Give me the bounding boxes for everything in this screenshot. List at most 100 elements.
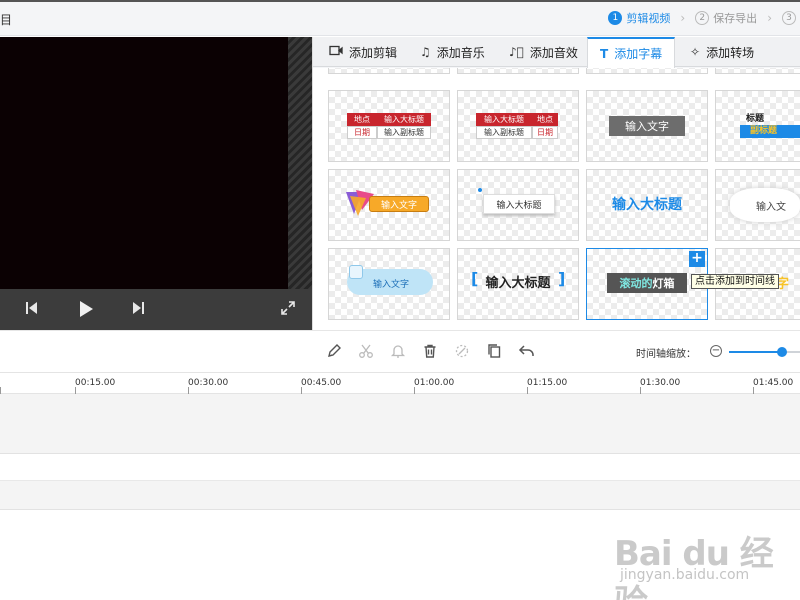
template-text: 输入副标题 — [377, 126, 431, 139]
timeline-track[interactable] — [0, 481, 800, 510]
add-to-timeline-tooltip: 点击添加到时间线 — [691, 274, 779, 289]
subtitle-template-tile[interactable]: [ 输入大标题 ] — [457, 248, 579, 320]
top-bar: 目 1 剪辑视频 › 2 保存导出 › 3 — [0, 0, 800, 36]
subtitle-template-tile[interactable] — [715, 68, 800, 74]
next-frame-icon[interactable] — [131, 300, 145, 316]
scissors-icon[interactable] — [358, 343, 374, 362]
zoom-slider-handle[interactable] — [777, 347, 787, 357]
template-text: 地点 — [532, 113, 558, 126]
play-icon[interactable] — [78, 299, 94, 319]
template-text: 灯箱 — [652, 277, 675, 290]
template-text: 标题 — [746, 114, 765, 124]
template-text: 输入副标题 — [476, 126, 532, 139]
tab-add-music[interactable]: ♫ 添加音乐 — [420, 37, 485, 67]
step-save-export[interactable]: 2 保存导出 — [695, 10, 757, 26]
sound-effect-icon: ♪ৈ — [509, 45, 524, 59]
step-indicator: 1 剪辑视频 › 2 保存导出 › 3 — [602, 10, 800, 26]
template-text: 日期 — [532, 126, 558, 139]
trash-icon[interactable] — [422, 343, 438, 362]
template-text: 输入大标题 — [377, 113, 431, 126]
zoom-slider[interactable] — [729, 347, 800, 357]
subtitle-template-tile[interactable] — [328, 68, 450, 74]
subtitle-template-tile[interactable]: 地点 输入大标题 日期 输入副标题 — [328, 90, 450, 162]
watermark-logo: Bai du 经验 — [614, 534, 774, 600]
subtitle-template-tile[interactable]: 输入文字 — [328, 169, 450, 241]
ruler-tick-label: 00:30.00 — [188, 378, 229, 388]
video-preview — [0, 37, 312, 330]
edit-icon[interactable] — [326, 343, 342, 362]
subtitle-template-tile-selected[interactable]: 滚动的 灯箱 + — [586, 248, 708, 320]
tab-label: 添加字幕 — [614, 47, 663, 61]
watermark-url: jingyan.baidu.com — [620, 567, 750, 583]
tab-label: 添加音效 — [529, 45, 578, 60]
previous-frame-icon[interactable] — [25, 300, 39, 316]
preview-margin — [288, 37, 312, 289]
ruler-tick-label: 00:15.00 — [75, 378, 116, 388]
step-number: 1 — [608, 11, 623, 25]
step-label: 剪辑视频 — [626, 12, 671, 25]
tab-label: 添加剪辑 — [349, 45, 398, 60]
decoration-dot — [478, 188, 482, 192]
tab-add-subtitle[interactable]: T 添加字幕 — [587, 37, 676, 68]
template-text: 输入大标题 — [612, 197, 682, 213]
template-text: 滚动的 — [619, 277, 653, 290]
subtitle-template-tile[interactable]: 输入文字 — [586, 90, 708, 162]
app-window: 目 1 剪辑视频 › 2 保存导出 › 3 添加剪辑 ♫ 添加音乐 ♪ৈ 添加音… — [0, 0, 800, 600]
template-text: 日期 — [347, 126, 377, 139]
watermark: Bai du 经验 jingyan.baidu.com — [600, 512, 800, 600]
ruler-tick-label: 01:15.00 — [527, 378, 568, 388]
transition-icon: ✧ — [690, 45, 701, 59]
template-text: 地点 — [347, 113, 377, 126]
window-title-fragment: 目 — [0, 13, 13, 27]
add-to-timeline-button[interactable]: + — [689, 251, 705, 267]
subtitle-template-tile[interactable] — [586, 68, 708, 74]
undo-icon[interactable] — [518, 343, 536, 362]
player-controls — [0, 289, 312, 330]
zoom-out-button[interactable]: − — [710, 345, 722, 357]
bell-icon[interactable] — [390, 343, 406, 362]
template-preview: 地点 输入大标题 日期 输入副标题 — [347, 113, 431, 139]
ruler-tick-label: 01:30.00 — [640, 378, 681, 388]
template-preview: 滚动的 灯箱 — [607, 273, 687, 293]
timeline-track-video[interactable] — [0, 394, 800, 454]
ruler-tick-label: 01:45.00 — [753, 378, 794, 388]
template-text: 输入文字 — [373, 280, 410, 290]
edit-toolbar: 时间轴缩放： − — [0, 330, 800, 372]
step-label: 保存导出 — [713, 12, 758, 25]
copy-icon[interactable] — [486, 343, 502, 362]
subtitle-template-tile[interactable]: 输入大标题 — [457, 169, 579, 241]
template-preview: 输入大标题 地点 输入副标题 日期 — [476, 113, 560, 139]
subtitle-template-tile[interactable]: 输入文字 — [328, 248, 450, 320]
step-number: 3 — [782, 11, 796, 25]
bubble-shape — [349, 265, 363, 279]
subtitle-template-tile[interactable]: 输入文 — [715, 169, 800, 241]
video-canvas[interactable] — [0, 37, 288, 289]
tab-label: 添加音乐 — [436, 45, 485, 60]
timeline-track[interactable] — [0, 454, 800, 481]
tab-add-sound-effect[interactable]: ♪ৈ 添加音效 — [509, 37, 578, 67]
chevron-right-icon: › — [680, 11, 686, 25]
subtitle-template-tile[interactable]: 输入大标题 — [586, 169, 708, 241]
template-text: 输入文字 — [609, 116, 685, 136]
clip-icon — [329, 45, 343, 59]
step-edit-video[interactable]: 1 剪辑视频 — [608, 10, 670, 26]
step-three[interactable]: 3 — [782, 11, 800, 25]
tab-add-clip[interactable]: 添加剪辑 — [329, 37, 397, 67]
template-text: 输入文 — [756, 202, 786, 213]
subtitle-template-tile[interactable]: 标题 副标题 — [715, 90, 800, 162]
fullscreen-icon[interactable] — [280, 300, 296, 316]
ruler-tick-label: 01:00.00 — [414, 378, 455, 388]
ruler-tick-label: 00:45.00 — [301, 378, 342, 388]
subtitle-template-tile[interactable] — [457, 68, 579, 74]
step-number: 2 — [695, 11, 710, 25]
timeline-ruler[interactable]: 00:15.00 00:30.00 00:45.00 01:00.00 01:15.00… — [0, 372, 800, 395]
unlink-icon[interactable] — [454, 343, 470, 362]
tab-add-transition[interactable]: ✧ 添加转场 — [690, 37, 754, 67]
template-text: 输入大标题 — [483, 194, 555, 214]
template-text: 副标题 — [740, 125, 800, 138]
bracket-right: ] — [558, 269, 566, 288]
subtitle-template-grid: 地点 输入大标题 日期 输入副标题 输入大标题 地点 输入副标题 日期 输入文字… — [313, 68, 800, 330]
subtitle-template-tile[interactable]: 输入大标题 地点 输入副标题 日期 — [457, 90, 579, 162]
chevron-right-icon: › — [767, 11, 772, 25]
zoom-label: 时间轴缩放： — [636, 349, 696, 360]
